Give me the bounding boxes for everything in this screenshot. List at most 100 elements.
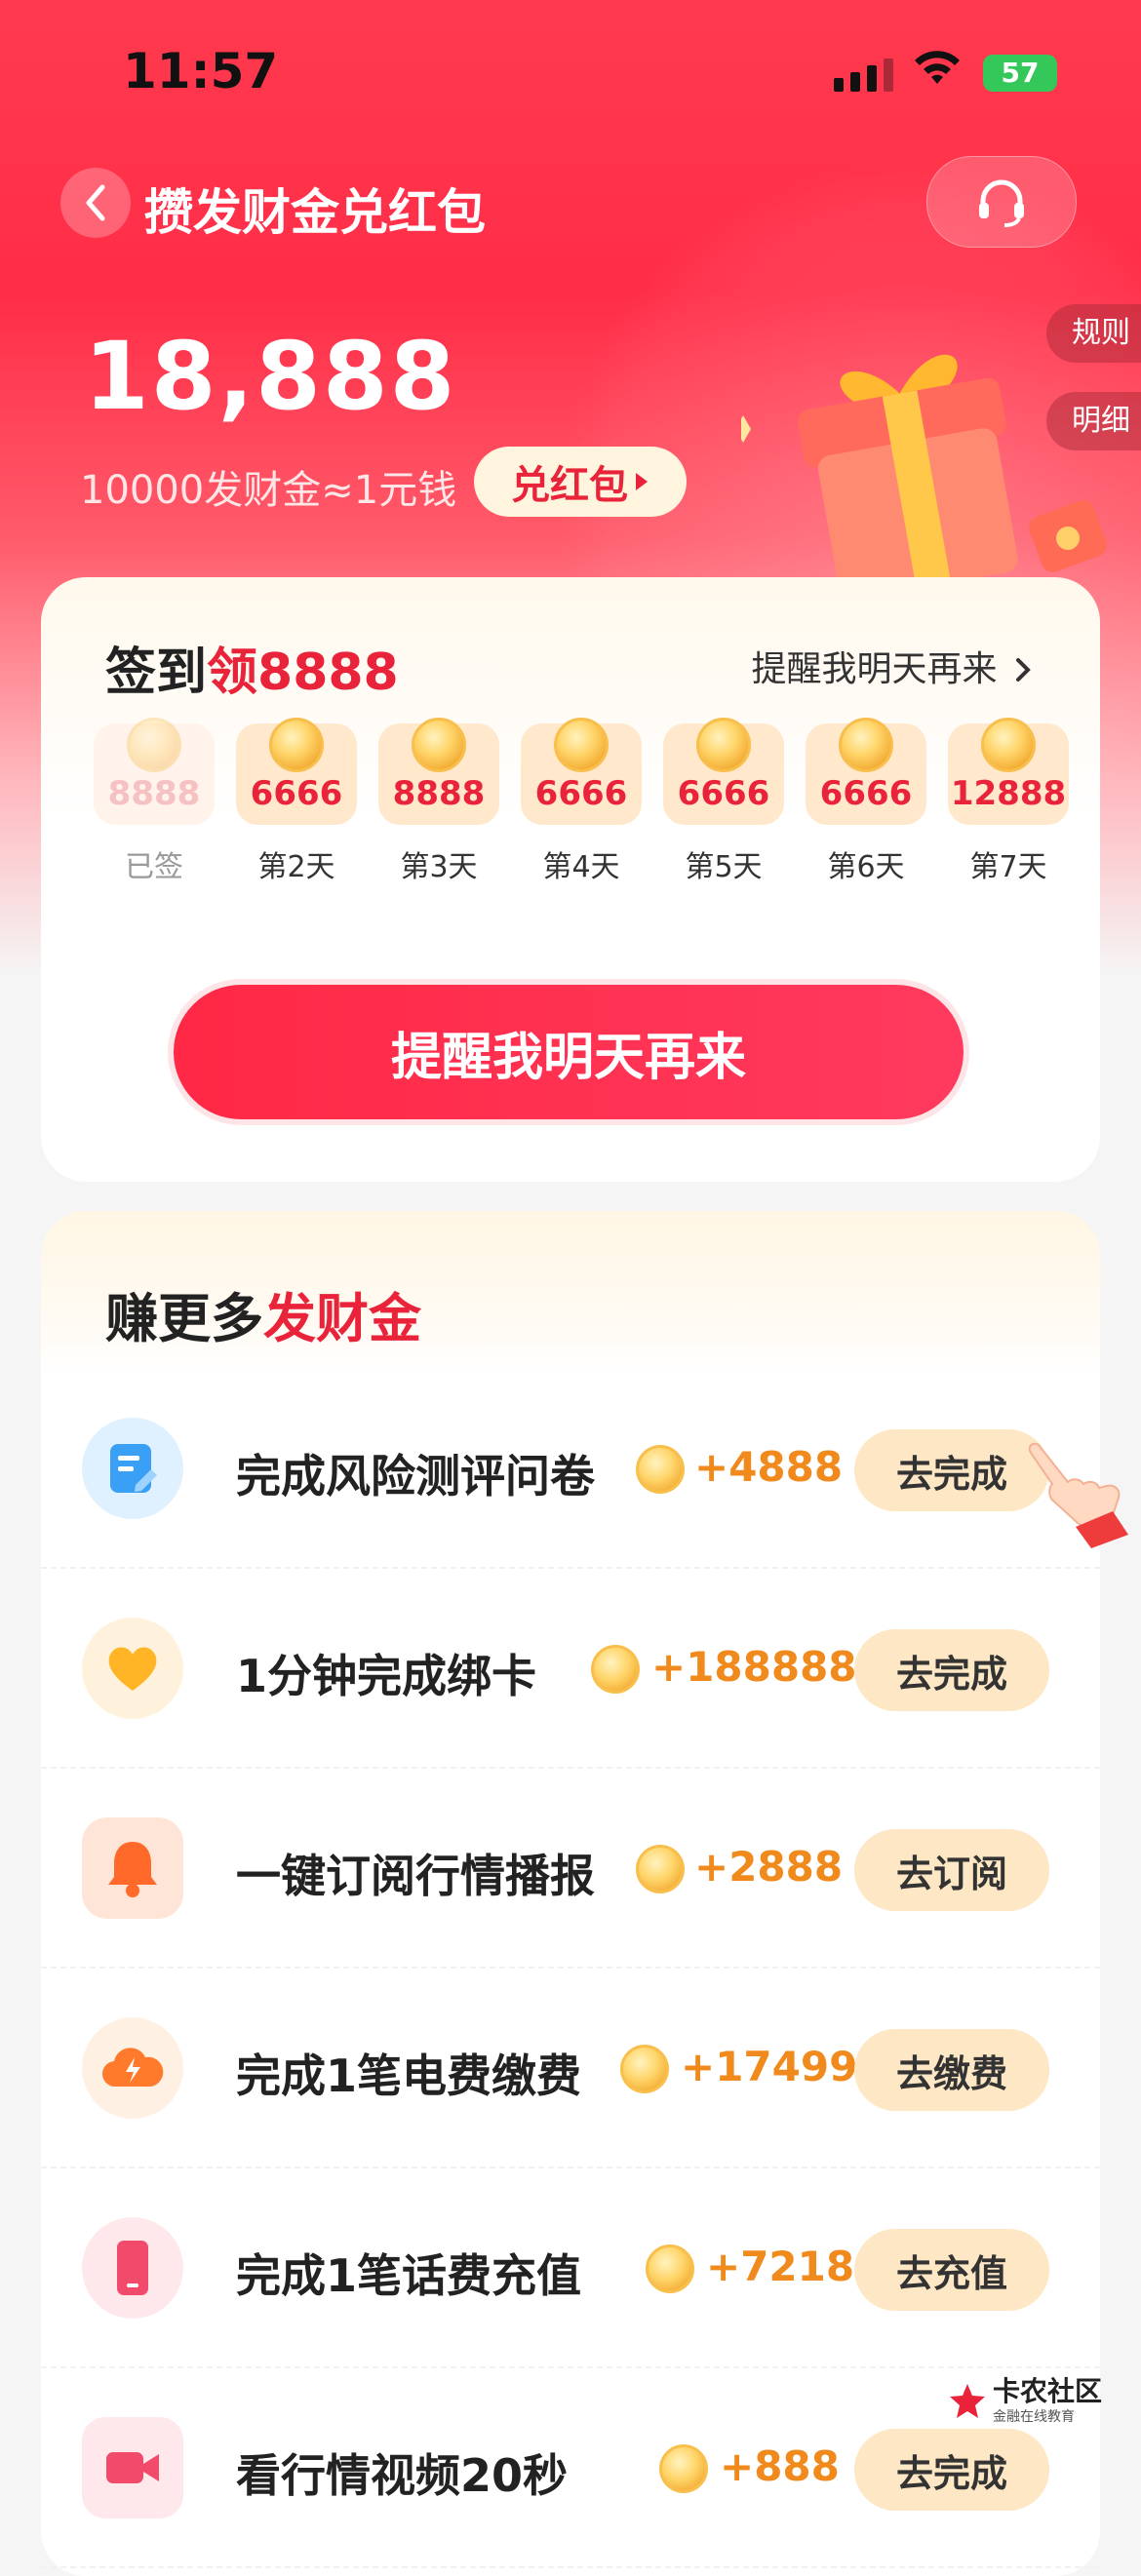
status-time: 11:57: [123, 43, 279, 99]
redeem-label: 兑红包: [511, 463, 628, 508]
gold-coin-icon: [659, 2444, 708, 2493]
back-button[interactable]: [60, 168, 131, 238]
task-name: 完成风险测评问卷: [236, 1450, 595, 1503]
task-row: 完成1笔电费缴费 +17499 去缴费: [41, 1967, 1100, 2168]
task-row: 看行情视频20秒 +888 去完成: [41, 2366, 1100, 2568]
exchange-rate: 10000发财金≈1元钱: [80, 468, 457, 513]
survey-icon: [82, 1418, 183, 1519]
day-reward-box: 8888: [94, 718, 215, 825]
task-row: 完成风险测评问卷 +4888 去完成: [41, 1367, 1100, 1569]
gold-coin-icon: [554, 718, 609, 772]
checkin-days: 8888 已签 6666 第2天 8888 第3天 6666 第4天 6666 …: [94, 718, 1069, 885]
pointing-hand-icon: [1028, 1442, 1128, 1548]
day-amount: 6666: [250, 774, 343, 813]
task-name: 一键订阅行情播报: [236, 1850, 595, 1902]
day-label: 第5天: [685, 850, 763, 884]
balance-amount: 18,888: [84, 322, 457, 431]
watermark-name: 卡农社区: [993, 2375, 1103, 2407]
battery-icon: 57: [983, 55, 1057, 92]
gold-coin-icon: [696, 718, 751, 772]
task-row: 一键订阅行情播报 +2888 去订阅: [41, 1767, 1100, 1969]
task-row: 1分钟完成绑卡 +188888 去完成: [41, 1567, 1100, 1769]
battery-level: 57: [1001, 57, 1040, 89]
phone-icon: [82, 2217, 183, 2319]
gold-coin-icon: [412, 718, 466, 772]
day-reward-box: 12888: [948, 718, 1069, 825]
day-amount: 8888: [107, 774, 201, 813]
task-row: 完成1笔话费充值 +7218 去充值: [41, 2166, 1100, 2368]
gold-coin-icon: [591, 1645, 640, 1694]
day-label: 第2天: [257, 850, 335, 884]
checkin-day: 6666 第4天: [521, 718, 642, 885]
task-action-button[interactable]: 去充值: [854, 2229, 1049, 2311]
page-title: 攒发财金兑红包: [144, 184, 486, 241]
gold-coin-icon: [620, 2045, 669, 2093]
checkin-day: 6666 第2天: [236, 718, 357, 885]
task-name: 看行情视频20秒: [236, 2449, 569, 2502]
remind-tomorrow-button[interactable]: 提醒我明天再来: [174, 985, 964, 1119]
task-name: 完成1笔电费缴费: [236, 2049, 582, 2102]
day-reward-box: 6666: [521, 718, 642, 825]
task-reward: +888: [720, 2442, 840, 2490]
wifi-icon: [915, 51, 960, 84]
status-bar: 11:57 57: [0, 0, 1141, 146]
checkin-title-prefix: 签到: [105, 644, 208, 702]
day-label: 第7天: [969, 850, 1047, 884]
checkin-day: 8888 已签: [94, 718, 215, 885]
day-label: 第4天: [542, 850, 620, 884]
task-action-button[interactable]: 去完成: [854, 2429, 1049, 2511]
electricity-icon: [82, 2017, 183, 2119]
customer-service-button[interactable]: [926, 156, 1077, 248]
star-logo-icon: [950, 2384, 985, 2418]
earn-more-card: 赚更多发财金 完成风险测评问卷 +4888 去完成 1分钟完成绑卡 +18888…: [41, 1211, 1100, 2576]
day-label: 第6天: [827, 850, 905, 884]
checkin-day: 6666 第6天: [806, 718, 926, 885]
task-reward: +188888: [651, 1643, 857, 1691]
gold-coin-icon: [636, 1445, 685, 1494]
heart-icon: [82, 1618, 183, 1719]
triangle-right-icon: [636, 473, 648, 490]
earn-title-prefix: 赚更多: [105, 1288, 263, 1349]
redeem-red-packet-button[interactable]: 兑红包: [474, 447, 687, 517]
headset-icon: [979, 179, 1024, 227]
checkin-day: 6666 第5天: [663, 718, 784, 885]
checkin-day: 8888 第3天: [378, 718, 499, 885]
task-action-button[interactable]: 去缴费: [854, 2029, 1049, 2111]
chevron-left-icon: [86, 184, 105, 221]
checkin-day: 12888 第7天: [948, 718, 1069, 885]
day-reward-box: 6666: [663, 718, 784, 825]
day-amount: 12888: [950, 774, 1067, 813]
gold-coin-icon: [127, 718, 181, 772]
remind-tomorrow-link[interactable]: 提醒我明天再来: [752, 641, 1032, 691]
day-amount: 6666: [534, 774, 628, 813]
gold-coin-icon: [636, 1845, 685, 1893]
video-icon: [82, 2417, 183, 2518]
task-reward: +7218: [706, 2243, 855, 2290]
task-action-button[interactable]: 去完成: [854, 1629, 1049, 1711]
day-reward-box: 8888: [378, 718, 499, 825]
gift-box-illustration: [741, 354, 1107, 600]
task-name: 完成1笔话费充值: [236, 2249, 582, 2302]
checkin-title: 签到领8888: [105, 631, 399, 704]
earn-more-title: 赚更多发财金: [105, 1275, 421, 1352]
task-name: 1分钟完成绑卡: [236, 1650, 537, 1702]
day-label: 第3天: [400, 850, 478, 884]
gold-coin-icon: [269, 718, 324, 772]
bell-icon: [82, 1817, 183, 1919]
day-reward-box: 6666: [806, 718, 926, 825]
chevron-right-icon: [1016, 658, 1031, 682]
watermark-tagline: 金融在线教育: [993, 2409, 1075, 2425]
checkin-card: 签到领8888 提醒我明天再来 8888 已签 6666 第2天 8888 第3…: [41, 577, 1100, 1182]
task-reward: +4888: [694, 1443, 844, 1491]
earn-title-accent: 发财金: [263, 1288, 421, 1349]
day-reward-box: 6666: [236, 718, 357, 825]
day-amount: 8888: [392, 774, 486, 813]
remind-link-label: 提醒我明天再来: [751, 649, 998, 689]
task-reward: +2888: [694, 1843, 844, 1891]
watermark-text: 卡农社区 金融在线教育: [993, 2377, 1102, 2426]
checkin-title-accent: 领8888: [207, 644, 399, 702]
task-action-button[interactable]: 去订阅: [854, 1829, 1049, 1911]
day-label: 已签: [125, 850, 183, 884]
day-amount: 6666: [677, 774, 770, 813]
day-amount: 6666: [819, 774, 913, 813]
